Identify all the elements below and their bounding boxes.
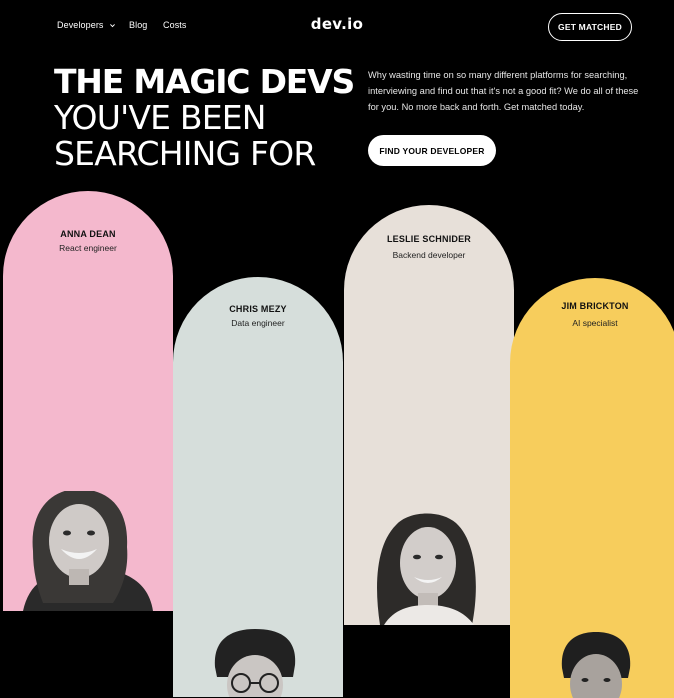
developer-name: LESLIE SCHNIDER — [386, 234, 471, 244]
developer-card-anna-dean[interactable]: ANNA DEAN React engineer — [3, 191, 173, 611]
top-navigation: Developers Blog Costs dev.io GET MATCHED — [0, 0, 674, 56]
developer-photo — [214, 629, 296, 697]
headline-line-2: YOU'VE BEEN — [54, 98, 267, 137]
developer-name: JIM BRICKTON — [561, 301, 629, 311]
developer-role: AI specialist — [572, 318, 618, 328]
developer-name: ANNA DEAN — [60, 229, 116, 239]
hero-headline: THE MAGIC DEVS YOU'VE BEEN SEARCHING FOR — [54, 62, 355, 173]
developer-photo — [377, 513, 476, 625]
developer-role: React engineer — [59, 243, 117, 253]
find-developer-button[interactable]: FIND YOUR DEVELOPER — [368, 135, 496, 166]
developer-role: Data engineer — [231, 318, 285, 328]
headline-line-3: SEARCHING FOR — [54, 134, 316, 173]
developer-role: Backend developer — [392, 250, 466, 260]
developer-photo — [561, 632, 631, 698]
developer-card-chris-mezy[interactable]: CHRIS MEZY Data engineer — [173, 277, 343, 697]
developer-card-leslie-schnider[interactable]: LESLIE SCHNIDER Backend developer — [344, 205, 514, 625]
developer-name: CHRIS MEZY — [229, 304, 287, 314]
hero-description: Why wasting time on so many different pl… — [368, 70, 639, 112]
get-matched-button[interactable]: GET MATCHED — [548, 13, 632, 41]
developer-card-jim-brickton[interactable]: JIM BRICKTON AI specialist — [510, 278, 674, 698]
developer-photo — [23, 491, 153, 611]
headline-line-1: THE MAGIC DEVS — [54, 62, 355, 101]
